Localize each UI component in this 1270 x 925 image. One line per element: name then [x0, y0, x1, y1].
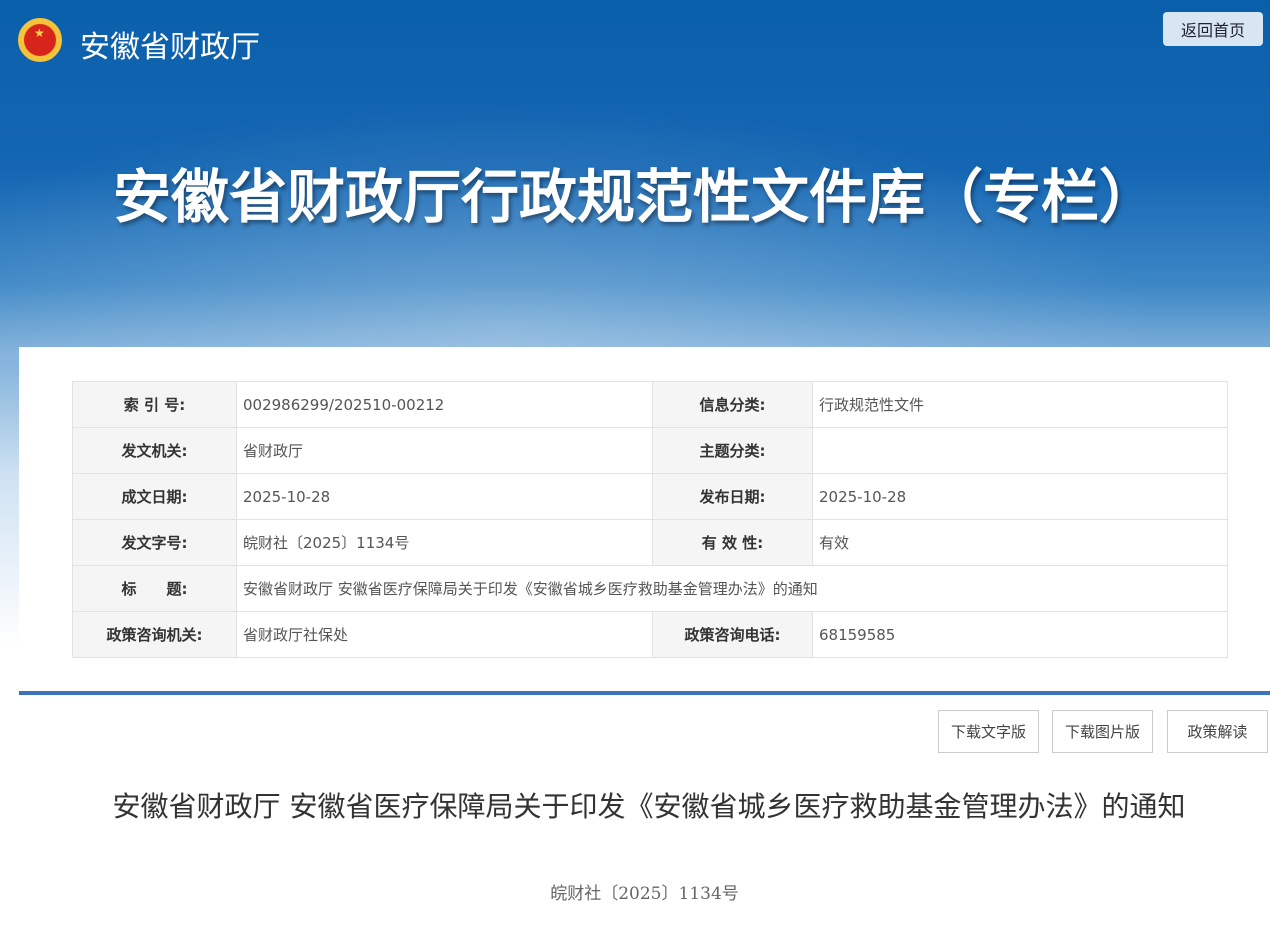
- table-row: 发文字号: 皖财社〔2025〕1134号有 效 性: 有效: [72, 519, 1228, 566]
- home-button[interactable]: 返回首页: [1163, 12, 1263, 46]
- table-row: 成文日期: 2025-10-28 发布日期: 2025-10-28: [72, 473, 1228, 520]
- value: 有效: [812, 519, 1228, 566]
- download-text-button[interactable]: 下载文字版: [938, 710, 1039, 753]
- value: 省财政厅社保处: [236, 611, 653, 658]
- document-title: 安徽省财政厅 安徽省医疗保障局关于印发《安徽省城乡医疗救助基金管理办法》的通知: [112, 790, 1186, 823]
- label: 成文日期:: [72, 473, 237, 520]
- value: 68159585: [812, 611, 1228, 658]
- value: 2025-10-28: [236, 473, 653, 520]
- value: 行政规范性文件: [812, 381, 1228, 428]
- interpretation-button[interactable]: 政策解读: [1167, 710, 1268, 753]
- banner-title: 安徽省财政厅行政规范性文件库（专栏）: [112, 163, 1157, 231]
- value: 皖财社〔2025〕1134号: [236, 519, 653, 566]
- label: 发布日期:: [652, 473, 813, 520]
- metadata-table: 索 引 号: 002986299/202510-00212 信息分类: 行政规范性文件…: [72, 381, 1228, 658]
- label: 主题分类:: [652, 427, 813, 474]
- value: [812, 427, 1228, 474]
- value: 安徽省财政厅 安徽省医疗保障局关于印发《安徽省城乡医疗救助基金管理办法》的通知: [236, 565, 1228, 612]
- label: 有 效 性:: [652, 519, 813, 566]
- content-card: 索 引 号: 002986299/202510-00212 信息分类: 行政规范性文件…: [19, 347, 1270, 925]
- label: 发文字号:: [72, 519, 237, 566]
- site-name[interactable]: 安徽省财政厅: [80, 22, 260, 66]
- label: 索 引 号:: [72, 381, 237, 428]
- value: 002986299/202510-00212: [236, 381, 653, 428]
- divider: [19, 691, 1270, 695]
- label: 发文机关:: [72, 427, 237, 474]
- table-row: 索 引 号: 002986299/202510-00212 信息分类: 行政规范性文件: [72, 381, 1228, 428]
- table-row: 政策咨询机关: 省财政厅社保处 政策咨询电话: 68159585: [72, 611, 1228, 658]
- national-emblem-icon: ★: [18, 18, 62, 62]
- table-row: 标 题: 安徽省财政厅 安徽省医疗保障局关于印发《安徽省城乡医疗救助基金管理办法》…: [72, 565, 1228, 612]
- value: 省财政厅: [236, 427, 653, 474]
- value: 2025-10-28: [812, 473, 1228, 520]
- label: 政策咨询机关:: [72, 611, 237, 658]
- download-image-button[interactable]: 下载图片版: [1052, 710, 1153, 753]
- document-number: 皖财社〔2025〕1134号: [550, 884, 739, 904]
- label: 信息分类:: [652, 381, 813, 428]
- label: 政策咨询电话:: [652, 611, 813, 658]
- table-row: 发文机关: 省财政厅 主题分类:: [72, 427, 1228, 474]
- label: 标 题:: [72, 565, 237, 612]
